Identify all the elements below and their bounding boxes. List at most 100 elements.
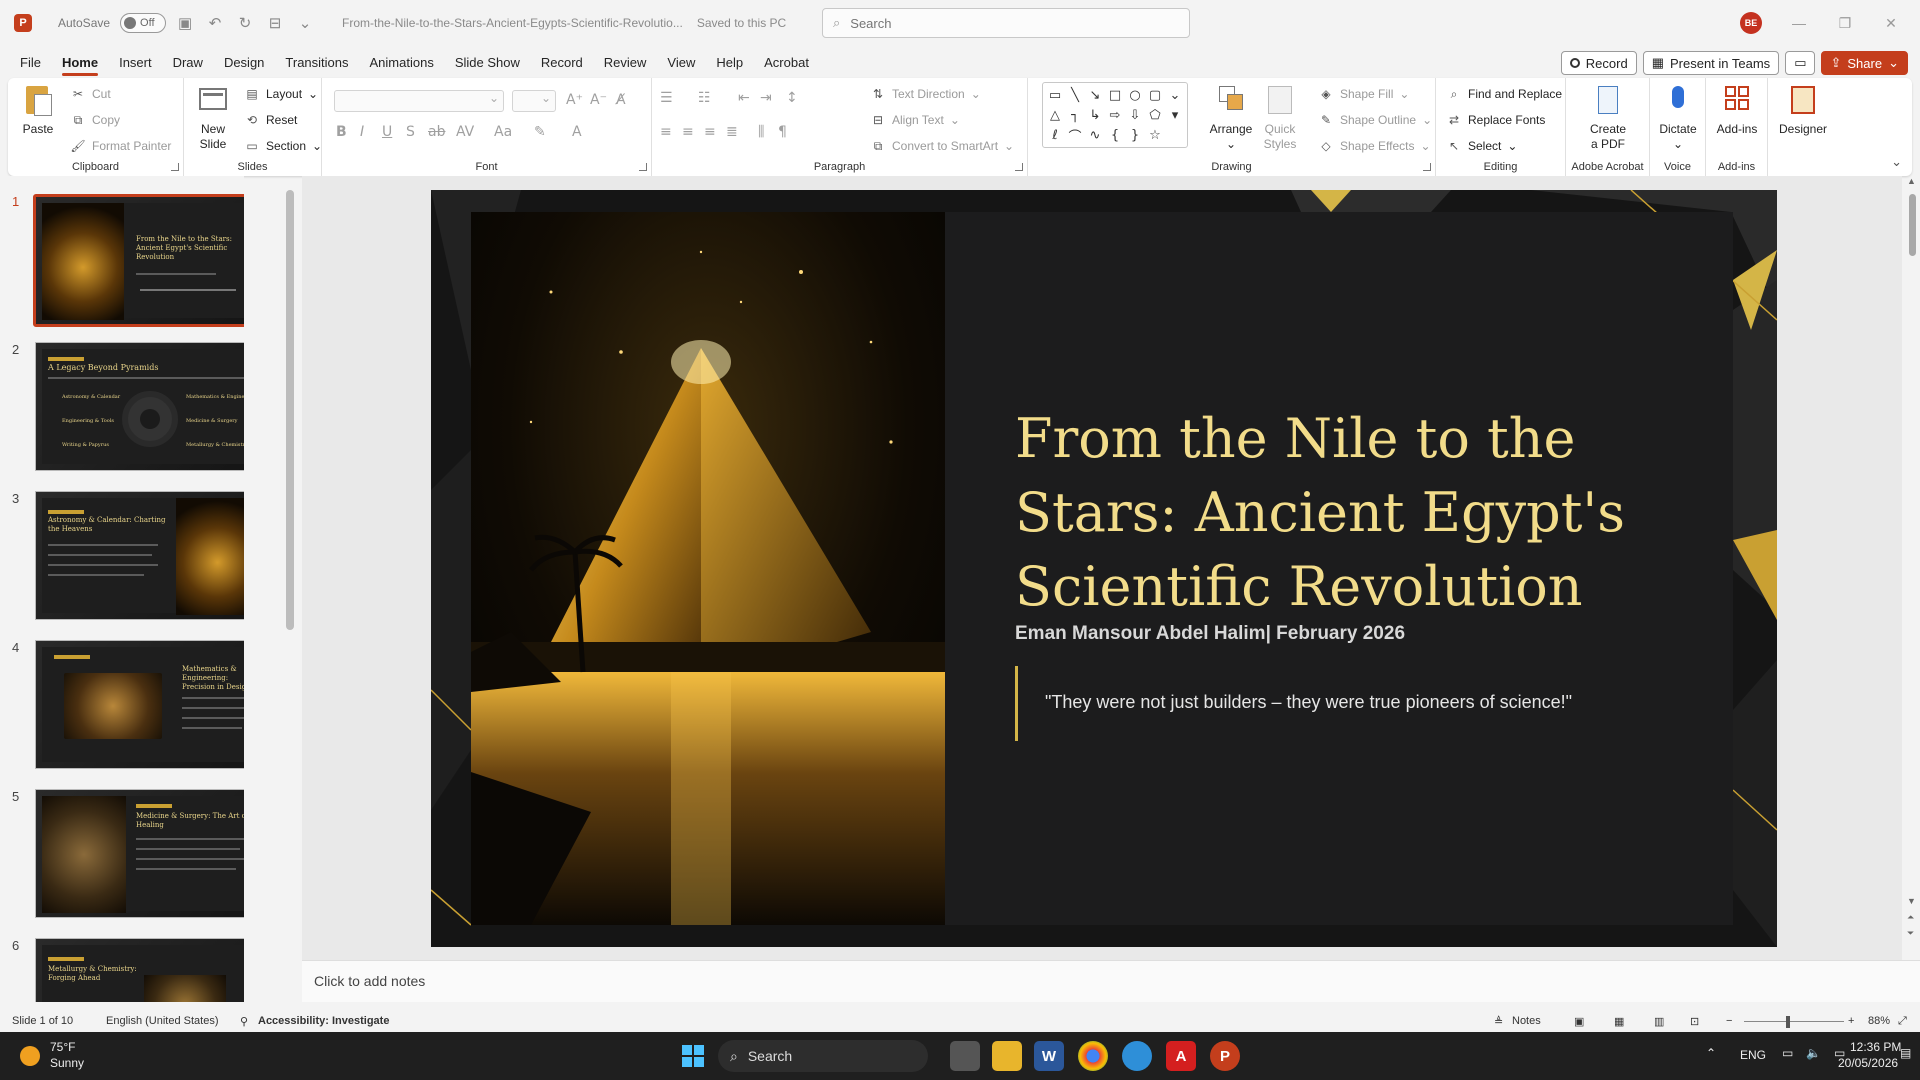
normal-view-icon[interactable]: ▣	[1574, 1015, 1584, 1028]
fit-slide-icon[interactable]: ⤢	[1898, 1015, 1907, 1028]
tab-draw[interactable]: Draw	[173, 49, 203, 76]
elbow-arrow-shape-icon[interactable]: ↳	[1085, 105, 1105, 125]
tab-insert[interactable]: Insert	[119, 49, 152, 76]
avatar[interactable]: BE	[1740, 12, 1762, 34]
rectangle-shape-icon[interactable]: □	[1105, 85, 1125, 105]
save-status[interactable]: Saved to this PC	[697, 16, 786, 30]
sun-icon[interactable]	[20, 1046, 40, 1066]
triangle-shape-icon[interactable]: △	[1045, 105, 1065, 125]
gallery-more-icon[interactable]: ⌄	[1165, 85, 1185, 105]
font-launcher-icon[interactable]	[639, 163, 647, 171]
tab-view[interactable]: View	[667, 49, 695, 76]
clear-formatting-icon[interactable]: A̸	[616, 92, 626, 108]
addins-button[interactable]: Add-ins	[1712, 84, 1762, 137]
record-button[interactable]: Record	[1560, 51, 1637, 75]
save-icon[interactable]: ▣	[174, 12, 196, 34]
format-painter-button[interactable]: 🖌 Format Painter	[70, 138, 171, 154]
paragraph-launcher-icon[interactable]	[1015, 163, 1023, 171]
align-left-icon[interactable]: ≡	[660, 124, 672, 140]
connector-shape-icon[interactable]: ┐	[1065, 105, 1085, 125]
close-icon[interactable]: ✕	[1868, 10, 1914, 36]
slide-thumbnail-2[interactable]: A Legacy Beyond Pyramids Astronomy & Cal…	[35, 342, 244, 471]
notes-pane[interactable]: Click to add notes	[302, 960, 1920, 1002]
slide-scrollbar[interactable]: ▲ ▼ ⏶ ⏷	[1906, 176, 1920, 960]
gallery-expand-icon[interactable]: ▾	[1165, 105, 1185, 125]
paste-button[interactable]: Paste	[16, 84, 60, 137]
designer-button[interactable]: Designer	[1774, 84, 1832, 137]
slide-thumbnail-3[interactable]: Astronomy & Calendar: Charting the Heave…	[35, 491, 244, 620]
volume-icon[interactable]: 🔈	[1806, 1046, 1821, 1060]
character-spacing-icon[interactable]: AV	[456, 124, 474, 140]
gallery-scroll-icon[interactable]	[1165, 125, 1185, 145]
network-icon[interactable]: ▭	[1782, 1046, 1793, 1060]
search-input[interactable]	[850, 15, 1151, 31]
undo-icon[interactable]: ↶	[204, 12, 226, 34]
brace-right-shape-icon[interactable]: }	[1125, 125, 1145, 145]
bullets-icon[interactable]: ☰	[660, 90, 673, 106]
minimize-icon[interactable]: —	[1776, 10, 1822, 36]
new-slide-button[interactable]: New Slide	[190, 84, 236, 152]
word-icon[interactable]: W	[1034, 1041, 1064, 1071]
align-center-icon[interactable]: ≡	[682, 124, 694, 140]
freeform-shape-icon[interactable]: ℓ	[1045, 125, 1065, 145]
dictate-button[interactable]: Dictate ⌄	[1654, 84, 1702, 152]
increase-font-icon[interactable]: A⁺	[566, 92, 583, 108]
change-case-icon[interactable]: Aa	[494, 124, 512, 140]
brace-left-shape-icon[interactable]: {	[1105, 125, 1125, 145]
tab-review[interactable]: Review	[604, 49, 647, 76]
shape-fill-button[interactable]: ◈ Shape Fill ⌄	[1318, 86, 1409, 102]
oval-shape-icon[interactable]: ○	[1125, 85, 1145, 105]
language-indicator[interactable]: English (United States)	[106, 1015, 219, 1027]
copy-button[interactable]: ⧉ Copy	[70, 112, 120, 128]
acrobat-icon[interactable]: A	[1166, 1041, 1196, 1071]
slide-quote[interactable]: "They were not just builders – they were…	[1045, 692, 1572, 713]
thumbnail-scrollbar[interactable]	[286, 190, 294, 630]
tab-home[interactable]: Home	[61, 49, 99, 76]
text-direction-button[interactable]: ⇅ Text Direction ⌄	[870, 86, 981, 102]
chrome-icon[interactable]	[1078, 1041, 1108, 1071]
decrease-font-icon[interactable]: A⁻	[590, 92, 607, 108]
restore-icon[interactable]: ❐	[1822, 10, 1868, 36]
down-arrow-shape-icon[interactable]: ⇩	[1125, 105, 1145, 125]
present-from-start-icon[interactable]: ⊟	[264, 12, 286, 34]
star-shape-icon[interactable]: ☆	[1145, 125, 1165, 145]
slide-title[interactable]: From the Nile to the Stars: Ancient Egyp…	[1015, 402, 1715, 624]
slide-thumbnail-6[interactable]: Metallurgy & Chemistry: Forging Ahead	[35, 938, 244, 1002]
tab-animations[interactable]: Animations	[370, 49, 434, 76]
slide-sorter-icon[interactable]: ▦	[1614, 1015, 1624, 1028]
next-slide-icon[interactable]: ⏷	[1907, 928, 1914, 939]
columns-icon[interactable]: ⫼	[758, 124, 764, 140]
italic-icon[interactable]: I	[360, 124, 364, 140]
clock-date[interactable]: 20/05/2026	[1838, 1056, 1898, 1070]
collapse-ribbon-icon[interactable]: ⌄	[1891, 154, 1902, 170]
slide-subtitle[interactable]: Eman Mansour Abdel Halim| February 2026	[1015, 623, 1405, 645]
layout-button[interactable]: ▤ Layout ⌄	[244, 86, 318, 102]
numbering-icon[interactable]: ☷	[698, 90, 711, 106]
tab-transitions[interactable]: Transitions	[285, 49, 348, 76]
align-right-icon[interactable]: ≡	[704, 124, 716, 140]
curve-shape-icon[interactable]: ∿	[1085, 125, 1105, 145]
scroll-down-icon[interactable]: ▼	[1907, 896, 1916, 906]
slide-show-icon[interactable]: ⊡	[1690, 1015, 1699, 1028]
shadow-icon[interactable]: S	[406, 124, 415, 140]
scroll-up-icon[interactable]: ▲	[1907, 176, 1916, 186]
zoom-in-icon[interactable]: +	[1848, 1015, 1854, 1027]
textbox-shape-icon[interactable]: ▭	[1045, 85, 1065, 105]
shape-effects-button[interactable]: ◇ Shape Effects ⌄	[1318, 138, 1430, 154]
replace-fonts-button[interactable]: ⇄ Replace Fonts	[1446, 112, 1545, 128]
notes-placeholder[interactable]: Click to add notes	[314, 973, 425, 989]
scroll-thumb[interactable]	[1909, 194, 1916, 256]
shape-outline-button[interactable]: ✎ Shape Outline ⌄	[1318, 112, 1432, 128]
customize-qat-icon[interactable]: ⌄	[294, 12, 316, 34]
bold-icon[interactable]: B	[336, 124, 347, 140]
chevron-up-icon[interactable]: ⌃	[1706, 1046, 1716, 1060]
select-button[interactable]: ↖ Select ⌄	[1446, 138, 1517, 154]
powerpoint-taskbar-icon[interactable]: P	[1210, 1041, 1240, 1071]
notes-toggle[interactable]: Notes	[1512, 1015, 1541, 1027]
weather-temp[interactable]: 75°F	[50, 1040, 75, 1054]
clipboard-launcher-icon[interactable]	[171, 163, 179, 171]
taskbar-search[interactable]: ⌕ Search	[718, 1040, 928, 1072]
slide-counter[interactable]: Slide 1 of 10	[12, 1015, 73, 1027]
section-button[interactable]: ▭ Section ⌄	[244, 138, 322, 154]
file-explorer-icon[interactable]	[992, 1041, 1022, 1071]
